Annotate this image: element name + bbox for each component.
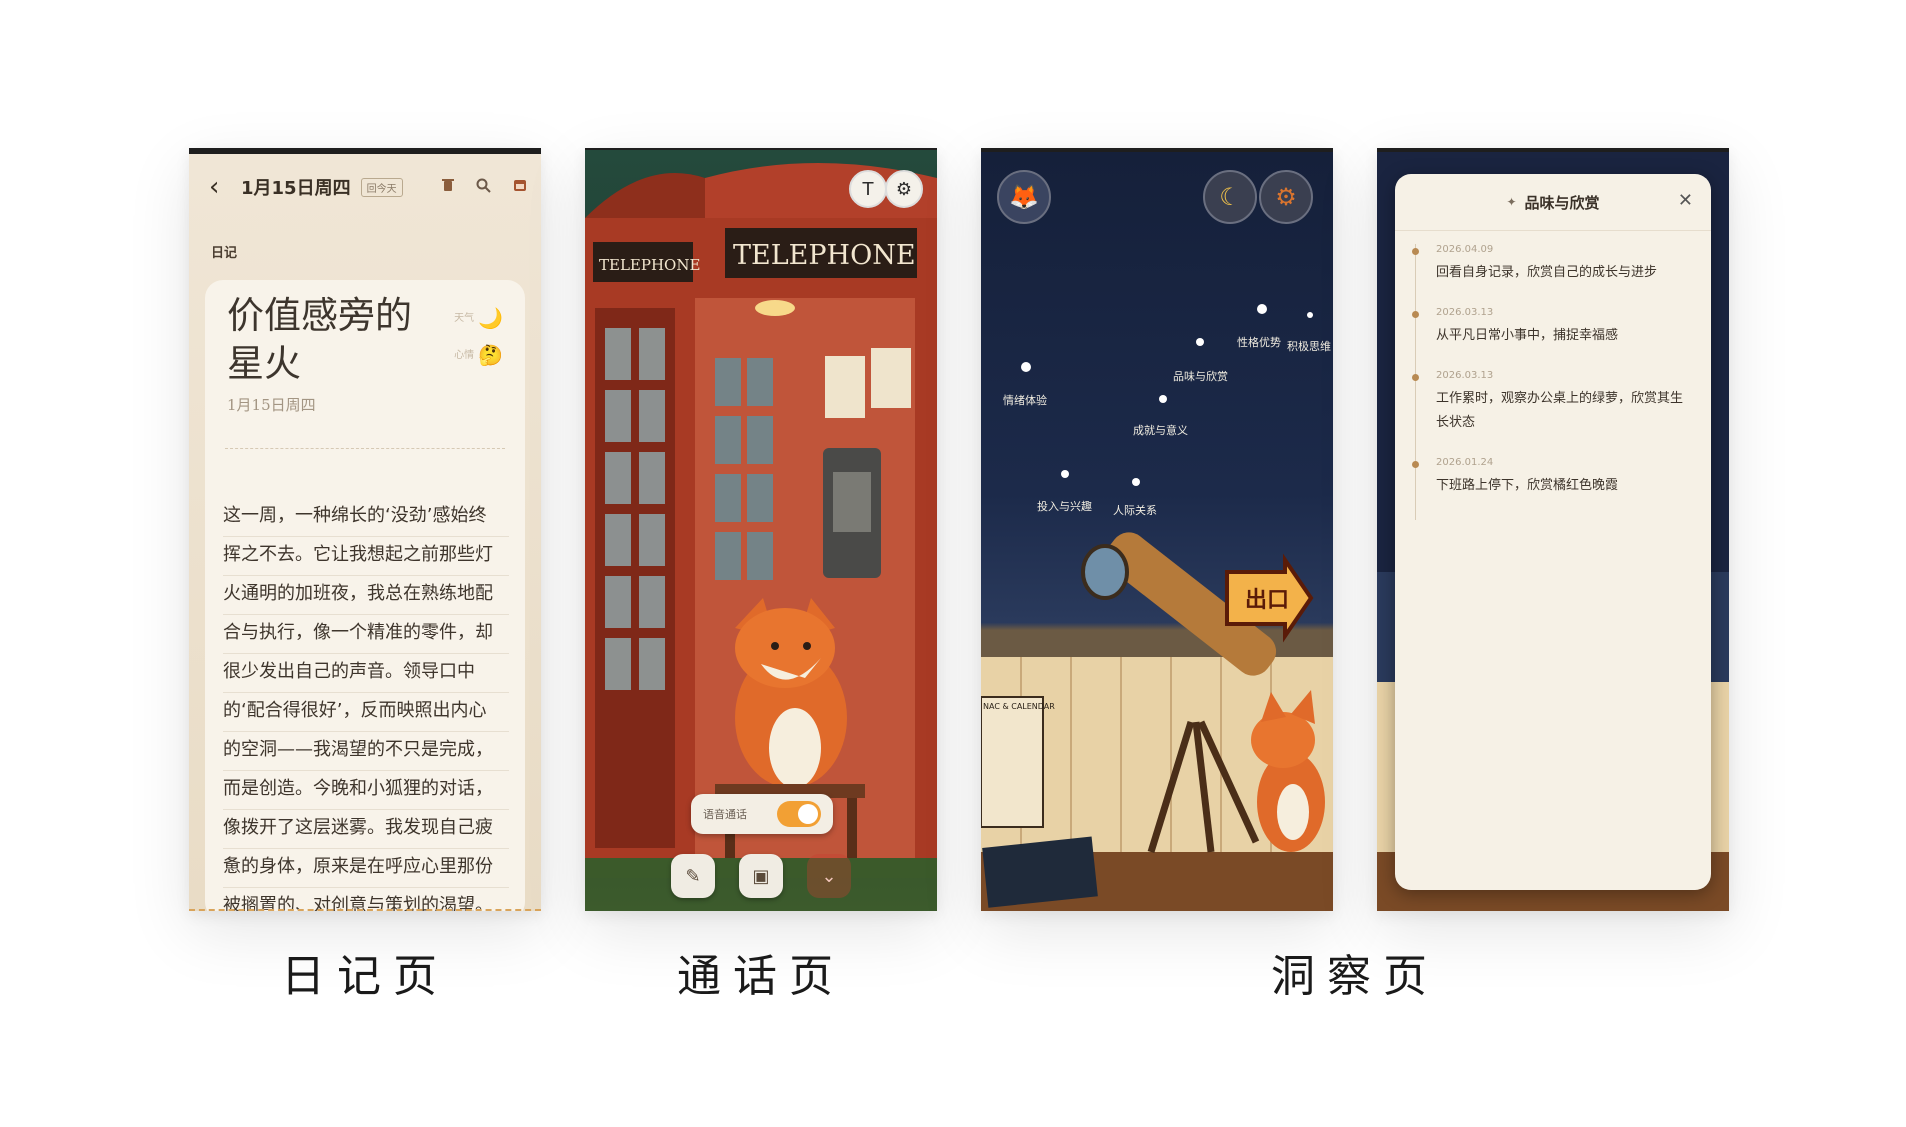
diary-screen: ‹ 1月15日周四 回今天 日记 价值感旁的星火 天气 🌙 心情 🤔 1月15日周四… xyxy=(189,148,541,911)
timeline-item[interactable]: 2026.01.24 下班路上停下，欣赏橘红色晚霞 xyxy=(1412,457,1691,498)
entry-line: 的‘配合得很好’，反而映照出内心 xyxy=(223,693,509,732)
call-screen: TELEPHONE TELEPHONE T ⚙ 语音通话 ✎ ▣ ⌄ xyxy=(585,148,937,911)
section-label: 日记 xyxy=(211,246,238,261)
entry-line: 挥之不去。它让我想起之前那些灯 xyxy=(223,537,509,576)
close-icon[interactable]: ✕ xyxy=(1678,190,1693,211)
item-text: 回看自身记录，欣赏自己的成长与进步 xyxy=(1436,265,1658,280)
entry-meta: 天气 🌙 心情 🤔 xyxy=(454,300,503,374)
entry-body[interactable]: 这一周，一种绵长的‘没劲’感始终 挥之不去。它让我想起之前那些灯 火通明的加班夜… xyxy=(223,498,509,911)
caption-diary: 日记页 xyxy=(281,951,449,1002)
timeline-item[interactable]: 2026.03.13 工作累时，观察办公桌上的绿萝，欣赏其生长状态 xyxy=(1412,370,1691,435)
entry-line: 被搁置的、对创意与策划的渴望。 xyxy=(223,888,509,911)
diary-entry-card[interactable]: 价值感旁的星火 天气 🌙 心情 🤔 1月15日周四 这一周，一种绵长的‘没劲’感始终… xyxy=(205,280,525,911)
telephone-booth-illustration: TELEPHONE TELEPHONE xyxy=(585,163,937,878)
timeline-item[interactable]: 2026.03.13 从平凡日常小事中，捕捉幸福感 xyxy=(1412,307,1691,348)
sign-front: TELEPHONE xyxy=(733,240,916,271)
star-emotion[interactable]: 情绪体验 xyxy=(1003,392,1047,408)
back-icon[interactable]: ‹ xyxy=(209,172,231,202)
entry-title: 价值感旁的星火 xyxy=(227,294,412,385)
entry-line: 很少发出自己的声音。领导口中 xyxy=(223,654,509,693)
panel-header: ✦ 品味与欣赏 ✕ xyxy=(1395,174,1711,231)
star-appreciation[interactable]: 品味与欣赏 xyxy=(1173,368,1228,384)
weather-label: 天气 xyxy=(454,313,475,324)
bottom-dash xyxy=(189,909,541,911)
timeline-item[interactable]: 2026.04.09 回看自身记录，欣赏自己的成长与进步 xyxy=(1412,244,1691,285)
voice-call-toggle[interactable] xyxy=(777,801,821,827)
image-icon[interactable]: ▣ xyxy=(739,854,783,898)
item-date: 2026.03.13 xyxy=(1436,370,1494,381)
pen-icon[interactable]: ✎ xyxy=(671,854,715,898)
calendar-sign: NAC & CALENDAR xyxy=(983,702,1055,711)
gear-icon[interactable]: ⚙ xyxy=(1259,170,1313,224)
entry-line: 火通明的加班夜，我总在熟练地配 xyxy=(223,576,509,615)
star-strengths[interactable]: 性格优势 xyxy=(1237,334,1281,350)
item-date: 2026.03.13 xyxy=(1436,307,1494,318)
back-to-today-button[interactable]: 回今天 xyxy=(360,177,403,197)
sparkle-icon: ✦ xyxy=(1506,195,1517,209)
item-text: 下班路上停下，欣赏橘红色晚霞 xyxy=(1436,478,1619,493)
chevron-down-icon[interactable]: ⌄ xyxy=(807,854,851,898)
exit-button[interactable]: 出口 xyxy=(1245,582,1289,614)
insight-screen: NAC & CALENDAR 🦊 ☾ ⚙ 情绪体验 品味与欣赏 性格优势 积极思… xyxy=(981,148,1333,911)
insight-detail-screen: ✦ 品味与欣赏 ✕ 2026.04.09 回看自身记录，欣赏自己的成长与进步 2… xyxy=(1377,148,1729,911)
thinking-face-icon: 🤔 xyxy=(478,343,503,367)
entry-line: 而是创造。今晚和小狐狸的对话， xyxy=(223,771,509,810)
voice-call-toggle-row: 语音通话 xyxy=(691,794,833,834)
settings-icon[interactable]: ⚙ xyxy=(885,170,923,208)
calendar-icon[interactable] xyxy=(513,178,527,197)
star-engagement[interactable]: 投入与兴趣 xyxy=(1037,498,1092,514)
entry-date: 1月15日周四 xyxy=(227,396,316,414)
diary-date: 1月15日周四 xyxy=(241,178,351,199)
caption-call: 通话页 xyxy=(677,951,845,1002)
sign-side: TELEPHONE xyxy=(599,256,700,274)
star-relationships[interactable]: 人际关系 xyxy=(1113,502,1157,518)
voice-call-label: 语音通话 xyxy=(703,808,747,821)
observatory-illustration: NAC & CALENDAR xyxy=(981,304,1333,911)
item-date: 2026.04.09 xyxy=(1436,244,1494,255)
search-icon[interactable] xyxy=(476,178,491,197)
mood-label: 心情 xyxy=(454,350,475,361)
trash-icon[interactable] xyxy=(442,178,454,197)
entry-line: 合与执行，像一个精准的零件，却 xyxy=(223,615,509,654)
entry-line: 这一周，一种绵长的‘没劲’感始终 xyxy=(223,498,509,537)
entry-line: 的空洞——我渴望的不只是完成， xyxy=(223,732,509,771)
entry-line: 惫的身体，原来是在呼应心里那份 xyxy=(223,849,509,888)
star-achievement[interactable]: 成就与意义 xyxy=(1133,422,1188,438)
fox-avatar[interactable]: 🦊 xyxy=(997,170,1051,224)
caption-insight: 洞察页 xyxy=(1271,951,1439,1002)
item-text: 工作累时，观察办公桌上的绿萝，欣赏其生长状态 xyxy=(1436,391,1684,430)
diary-header: ‹ 1月15日周四 回今天 xyxy=(189,154,541,220)
moon-icon: 🌙 xyxy=(478,306,503,330)
panel-title: 品味与欣赏 xyxy=(1524,193,1600,212)
item-text: 从平凡日常小事中，捕捉幸福感 xyxy=(1436,328,1619,343)
text-mode-button[interactable]: T xyxy=(849,170,887,208)
item-date: 2026.01.24 xyxy=(1436,457,1494,468)
entry-line: 像拨开了这层迷雾。我发现自己疲 xyxy=(223,810,509,849)
divider xyxy=(225,448,505,449)
moon-icon[interactable]: ☾ xyxy=(1203,170,1257,224)
star-positive-thinking[interactable]: 积极思维 xyxy=(1287,338,1331,354)
insight-detail-panel: ✦ 品味与欣赏 ✕ 2026.04.09 回看自身记录，欣赏自己的成长与进步 2… xyxy=(1395,174,1711,890)
timeline: 2026.04.09 回看自身记录，欣赏自己的成长与进步 2026.03.13 … xyxy=(1412,244,1691,520)
